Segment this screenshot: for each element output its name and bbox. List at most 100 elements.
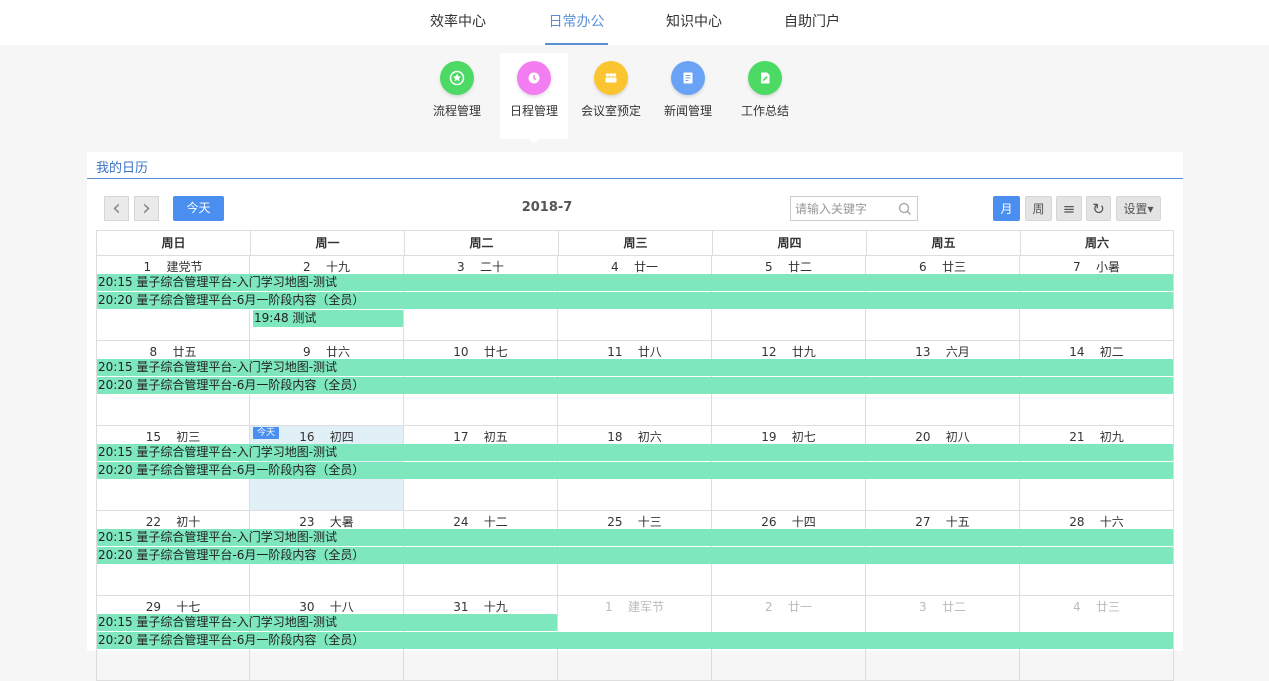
view-list-button[interactable]: ≡ [1056, 196, 1082, 221]
lunar-date: 建军节 [627, 600, 664, 614]
search-box [790, 196, 918, 221]
chevron-left-icon: ‹ [112, 195, 121, 221]
search-input[interactable] [795, 200, 895, 217]
day-spacer [1081, 260, 1096, 274]
day-label: 23 大暑 [250, 513, 403, 530]
calendar-week-row: 22 初十 23 大暑 24 十二 25 十三 26 十四 27 十五 28 十六 20:15… [96, 511, 1174, 596]
calendar-event[interactable]: 20:15 量子综合管理平台-入门学习地图-测试 [97, 359, 1173, 376]
day-label: 1 建军节 [558, 598, 711, 615]
day-label: 5 廿二 [712, 258, 865, 275]
day-label: 26 十四 [712, 513, 865, 530]
day-number: 31 [453, 600, 469, 614]
lunar-date: 十二 [483, 515, 508, 529]
app-label: 工作总结 [740, 104, 789, 118]
day-number: 28 [1069, 515, 1085, 529]
lunar-date: 小暑 [1095, 260, 1120, 274]
lunar-date: 初七 [791, 430, 816, 444]
panel-title: 我的日历 [96, 161, 149, 176]
calendar-week-row: 15 初三 今天 16 初四 17 初五 18 初六 19 初七 20 初八 21 初九 20:… [96, 426, 1174, 511]
day-label: 4 廿一 [558, 258, 711, 275]
view-month-button[interactable]: 月 [993, 196, 1020, 221]
day-label: 3 二十 [404, 258, 557, 275]
calendar-event[interactable]: 20:15 量子综合管理平台-入门学习地图-测试 [97, 274, 1173, 291]
app-news-management[interactable]: 新闻管理 [653, 53, 723, 139]
day-number: 3 [457, 260, 465, 274]
refresh-button[interactable]: ↻ [1086, 196, 1111, 221]
day-number: 2 [765, 600, 773, 614]
calendar-event[interactable]: 20:20 量子综合管理平台-6月一阶段内容（全员） [97, 292, 1173, 309]
next-month-button[interactable]: › [134, 196, 159, 221]
day-label: 9 廿六 [250, 343, 403, 360]
day-number: 4 [1073, 600, 1081, 614]
day-label: 1 建党节 [97, 258, 249, 275]
lunar-date: 廿一 [633, 260, 658, 274]
top-tab-efficiency[interactable]: 效率中心 [421, 0, 495, 45]
lunar-date: 十五 [945, 515, 970, 529]
lunar-date: 初二 [1099, 345, 1124, 359]
day-label: 20 初八 [866, 428, 1019, 445]
day-spacer [1085, 515, 1100, 529]
lunar-date: 初六 [637, 430, 662, 444]
day-number: 29 [145, 600, 161, 614]
day-number: 16 [299, 430, 315, 444]
lunar-date: 大暑 [329, 515, 354, 529]
day-spacer [777, 345, 792, 359]
top-tab-daily-office[interactable]: 日常办公 [545, 0, 608, 45]
settings-dropdown[interactable]: 设置▾ [1116, 196, 1161, 221]
day-spacer [151, 260, 166, 274]
day-number: 15 [145, 430, 161, 444]
day-spacer [623, 515, 638, 529]
calendar-event[interactable]: 20:20 量子综合管理平台-6月一阶段内容（全员） [97, 547, 1173, 564]
day-label: 27 十五 [866, 513, 1019, 530]
weekday-header-cell: 周日 [97, 231, 251, 255]
weekday-header-cell: 周二 [405, 231, 559, 255]
day-spacer [777, 515, 792, 529]
day-spacer [161, 515, 176, 529]
day-spacer [619, 260, 634, 274]
app-meeting-room-booking[interactable]: 会议室预定 [576, 53, 646, 139]
day-spacer [469, 515, 484, 529]
view-week-button[interactable]: 周 [1025, 196, 1052, 221]
calendar-event[interactable]: 20:15 量子综合管理平台-入门学习地图-测试 [97, 614, 557, 631]
day-number: 13 [915, 345, 931, 359]
day-spacer [931, 515, 946, 529]
top-tab-knowledge[interactable]: 知识中心 [657, 0, 731, 45]
search-icon[interactable] [897, 201, 913, 217]
day-spacer [465, 260, 480, 274]
app-label: 流程管理 [432, 104, 481, 118]
calendar-event[interactable]: 20:15 量子综合管理平台-入门学习地图-测试 [97, 444, 1173, 461]
app-process-management[interactable]: 流程管理 [422, 53, 492, 139]
list-icon: ≡ [1062, 200, 1076, 218]
lunar-date: 廿八 [637, 345, 662, 359]
day-spacer [623, 345, 638, 359]
calendar-event[interactable]: 20:20 量子综合管理平台-6月一阶段内容（全员） [97, 377, 1173, 394]
lunar-date: 初十 [176, 515, 201, 529]
day-label: 13 六月 [866, 343, 1019, 360]
day-label: 19 初七 [712, 428, 865, 445]
lunar-date: 廿二 [941, 600, 966, 614]
calendar-event[interactable]: 19:48 测试 [253, 310, 403, 327]
day-label: 3 廿二 [866, 598, 1019, 615]
day-spacer [315, 600, 330, 614]
today-button[interactable]: 今天 [173, 196, 224, 221]
lunar-date: 十七 [176, 600, 201, 614]
day-spacer [927, 600, 942, 614]
day-label: 28 十六 [1020, 513, 1173, 530]
day-number: 7 [1073, 260, 1081, 274]
calendar-event[interactable]: 20:15 量子综合管理平台-入门学习地图-测试 [97, 529, 1173, 546]
day-label: 14 初二 [1020, 343, 1173, 360]
calendar-event[interactable]: 20:20 量子综合管理平台-6月一阶段内容（全员） [97, 462, 1173, 479]
prev-month-button[interactable]: ‹ [104, 196, 129, 221]
chevron-right-icon: › [142, 195, 151, 221]
day-number: 14 [1069, 345, 1085, 359]
app-schedule-management[interactable]: 日程管理 [500, 53, 568, 144]
calendar-event[interactable]: 20:20 量子综合管理平台-6月一阶段内容（全员） [97, 632, 1173, 649]
day-label: 7 小暑 [1020, 258, 1173, 275]
top-tab-self-service[interactable]: 自助门户 [775, 0, 849, 45]
clock-icon [517, 61, 551, 95]
app-work-summary[interactable]: 工作总结 [730, 53, 800, 139]
day-number: 5 [765, 260, 773, 274]
weekday-header: 周日 周一 周二 周三 周四 周五 周六 [96, 230, 1174, 256]
day-number: 25 [607, 515, 623, 529]
day-spacer [773, 260, 788, 274]
